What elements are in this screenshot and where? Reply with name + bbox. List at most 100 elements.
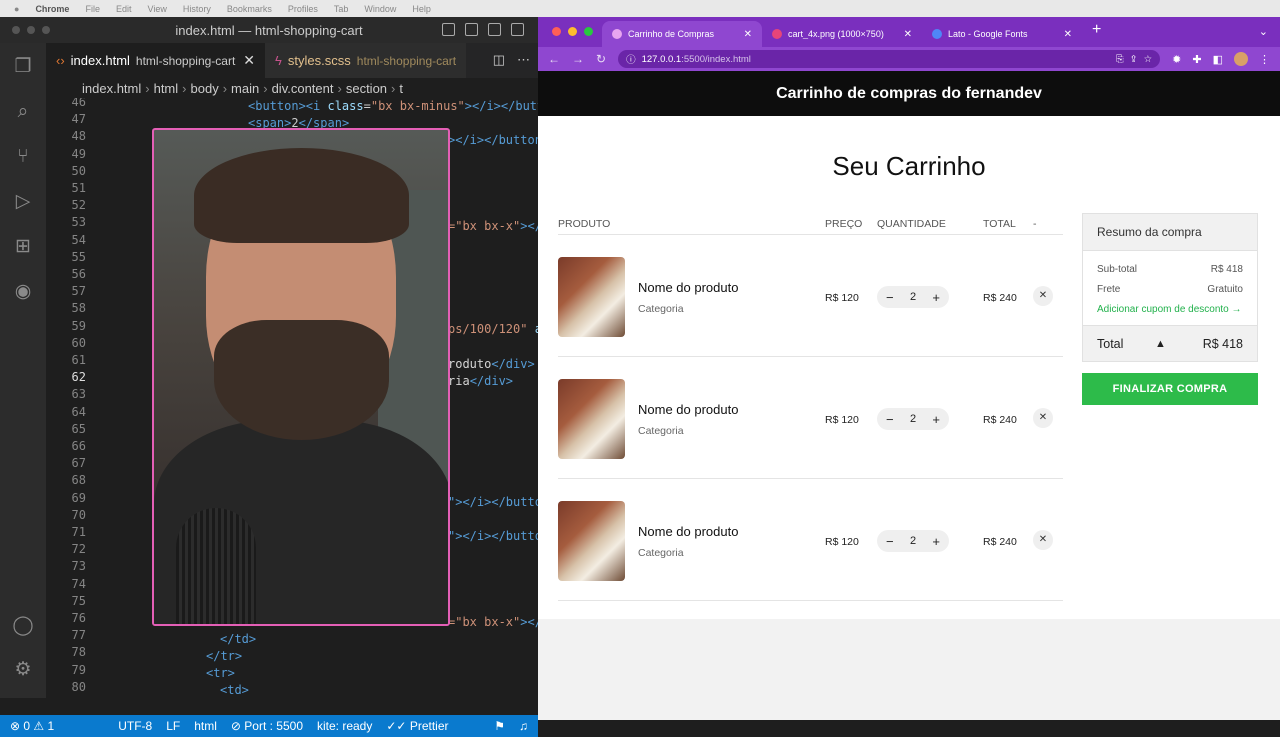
breadcrumb-item[interactable]: index.html <box>82 81 141 96</box>
browser-tab-active[interactable]: Carrinho de Compras ✕ <box>602 21 762 47</box>
forward-arrow-icon[interactable]: → <box>572 52 584 66</box>
translate-icon[interactable]: ⎘ <box>1116 54 1124 65</box>
close-tab-icon[interactable]: ✕ <box>1064 29 1072 40</box>
line-number: 59 <box>71 318 86 333</box>
quantity-value: 2 <box>909 413 917 425</box>
close-tab-icon[interactable]: ✕ <box>243 52 255 69</box>
share-icon[interactable]: ⇪ <box>1130 54 1138 65</box>
increase-plus-icon[interactable]: + <box>932 534 940 549</box>
breadcrumb-item[interactable]: t <box>399 81 403 96</box>
tab-styles-scss[interactable]: ϟ styles.scss html-shopping-cart <box>265 43 467 78</box>
menu-profiles[interactable]: Profiles <box>288 4 318 14</box>
profile-avatar[interactable] <box>1234 52 1248 66</box>
tab-search-chevron-icon[interactable]: ⌄ <box>1259 25 1268 38</box>
quantity-stepper: − 2 + <box>877 408 949 430</box>
increase-plus-icon[interactable]: + <box>932 290 940 305</box>
menu-tab[interactable]: Tab <box>334 4 349 14</box>
tab-path: html-shopping-cart <box>135 53 236 68</box>
breadcrumb-item[interactable]: main <box>231 81 259 96</box>
menu-help[interactable]: Help <box>412 4 431 14</box>
decrease-minus-icon[interactable]: − <box>886 290 894 305</box>
customize-layout-icon[interactable] <box>511 23 524 36</box>
breadcrumb-item[interactable]: div.content <box>272 81 334 96</box>
feedback-icon[interactable]: ⚑ <box>494 719 505 733</box>
menu-bookmarks[interactable]: Bookmarks <box>227 4 272 14</box>
account-icon[interactable]: ◯ <box>11 614 35 638</box>
remove-item-close-icon[interactable]: ✕ <box>1033 530 1053 550</box>
code-line: </td> <box>220 632 257 646</box>
extensions-icon[interactable]: ⊞ <box>11 235 35 259</box>
menu-history[interactable]: History <box>183 4 211 14</box>
prettier-status[interactable]: ✓✓ Prettier <box>386 719 448 733</box>
decrease-minus-icon[interactable]: − <box>886 534 894 549</box>
toggle-panel-icon[interactable] <box>465 23 478 36</box>
eol-indicator[interactable]: LF <box>166 719 180 733</box>
tab-index-html[interactable]: ‹› index.html html-shopping-cart ✕ <box>46 43 266 78</box>
breadcrumb-item[interactable]: body <box>191 81 219 96</box>
breadcrumb-item[interactable]: html <box>154 81 179 96</box>
settings-gear-icon[interactable]: ⚙ <box>11 658 35 682</box>
site-info-icon[interactable]: ⓘ <box>626 52 636 66</box>
menu-edit[interactable]: Edit <box>116 4 132 14</box>
menu-file[interactable]: File <box>85 4 100 14</box>
product-name: Nome do produto <box>638 280 739 295</box>
quantity-value: 2 <box>909 291 917 303</box>
problems-indicator[interactable]: ⊗ 0 ⚠ 1 <box>10 719 54 733</box>
extensions-puzzle-icon[interactable]: ✚ <box>1192 53 1201 66</box>
source-control-icon[interactable]: ⑂ <box>11 145 35 169</box>
browser-tab[interactable]: Lato - Google Fonts ✕ <box>922 21 1082 47</box>
line-number: 70 <box>71 507 86 522</box>
back-arrow-icon[interactable]: ← <box>548 52 560 66</box>
notifications-bell-icon[interactable]: ♫ <box>519 719 528 733</box>
column-total: TOTAL <box>983 217 1016 230</box>
editor-actions: ◫ ⋯ <box>493 52 530 68</box>
line-number: 71 <box>71 525 86 539</box>
remove-item-close-icon[interactable]: ✕ <box>1033 408 1053 428</box>
language-indicator[interactable]: html <box>194 719 217 733</box>
close-tab-icon[interactable]: ✕ <box>744 29 752 40</box>
toggle-secondary-sidebar-icon[interactable] <box>488 23 501 36</box>
side-panel-icon[interactable]: ◧ <box>1213 53 1223 66</box>
product-image <box>558 257 625 337</box>
explorer-icon[interactable]: ❐ <box>11 55 35 79</box>
remove-item-close-icon[interactable]: ✕ <box>1033 286 1053 306</box>
live-server-port[interactable]: ⊘ Port : 5500 <box>231 719 303 733</box>
menu-app[interactable]: Chrome <box>35 4 69 14</box>
address-bar[interactable]: ⓘ 127.0.0.1:5500/index.html ⎘ ⇪ ☆ <box>618 50 1161 68</box>
bookmark-star-icon[interactable]: ☆ <box>1144 54 1153 65</box>
status-bar: ⊗ 0 ⚠ 1 UTF-8 LF html ⊘ Port : 5500 kite… <box>0 715 538 737</box>
apple-icon[interactable]: ● <box>14 4 19 14</box>
url-host: 127.0.0.1 <box>641 53 682 65</box>
toggle-sidebar-icon[interactable] <box>442 23 455 36</box>
line-number: 49 <box>71 146 86 161</box>
new-tab-icon[interactable]: + <box>1082 21 1111 44</box>
breadcrumb-item[interactable]: section <box>346 81 387 96</box>
more-actions-icon[interactable]: ⋯ <box>517 52 530 68</box>
page-footer-area <box>538 619 1280 720</box>
decrease-minus-icon[interactable]: − <box>886 412 894 427</box>
checkout-button[interactable]: FINALIZAR COMPRA <box>1082 373 1258 405</box>
increase-plus-icon[interactable]: + <box>932 412 940 427</box>
kite-status[interactable]: kite: ready <box>317 719 372 733</box>
close-tab-icon[interactable]: ✕ <box>904 29 912 40</box>
menu-window[interactable]: Window <box>364 4 396 14</box>
line-number: 57 <box>71 284 86 299</box>
chrome-menu-icon[interactable]: ⋮ <box>1259 53 1270 66</box>
layout-controls[interactable] <box>442 23 524 36</box>
line-number: 47 <box>71 112 86 127</box>
extension-gear-icon[interactable]: ✹ <box>1172 53 1181 66</box>
encoding-indicator[interactable]: UTF-8 <box>118 719 152 733</box>
search-icon[interactable]: ⌕ <box>11 100 35 124</box>
menu-view[interactable]: View <box>147 4 166 14</box>
split-editor-icon[interactable]: ◫ <box>493 52 505 68</box>
add-coupon-link[interactable]: Adicionar cupom de desconto → <box>1097 299 1243 319</box>
reload-icon[interactable]: ↻ <box>596 52 606 66</box>
browser-tab[interactable]: cart_4x.png (1000×750) ✕ <box>762 21 922 47</box>
window-controls[interactable] <box>552 27 593 36</box>
window-controls[interactable] <box>12 26 50 34</box>
summary-title: Resumo da compra <box>1083 214 1257 251</box>
github-icon[interactable]: ◉ <box>11 280 35 304</box>
tab-favicon-icon <box>932 29 942 39</box>
code-line: ></i></button <box>448 133 538 147</box>
run-debug-icon[interactable]: ▷ <box>11 190 35 214</box>
